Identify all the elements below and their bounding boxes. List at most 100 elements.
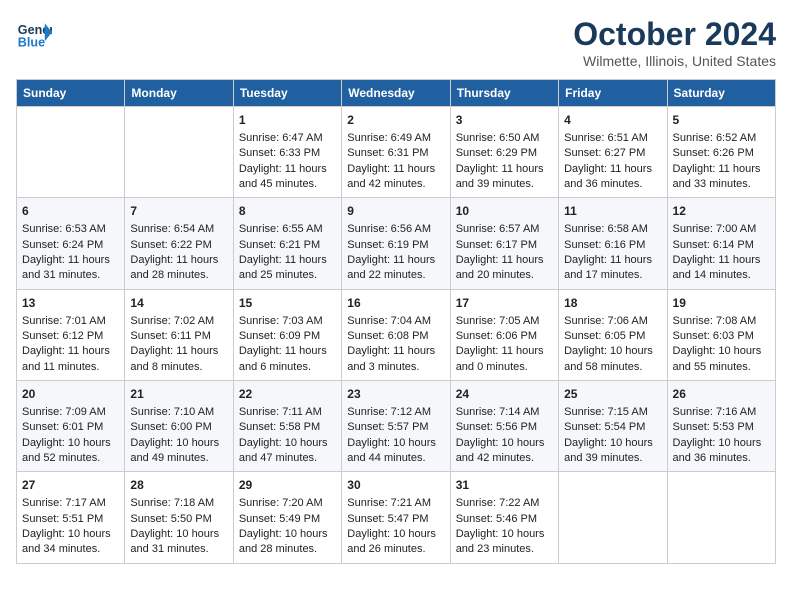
day-number: 28 xyxy=(130,477,227,494)
daylight-text: Daylight: 10 hours and 58 minutes. xyxy=(564,344,661,375)
daylight-text: Daylight: 10 hours and 49 minutes. xyxy=(130,436,227,467)
daylight-text: Daylight: 10 hours and 31 minutes. xyxy=(130,527,227,558)
day-number: 15 xyxy=(239,295,336,312)
day-number: 27 xyxy=(22,477,119,494)
day-number: 9 xyxy=(347,203,444,220)
daylight-text: Daylight: 10 hours and 28 minutes. xyxy=(239,527,336,558)
daylight-text: Daylight: 10 hours and 23 minutes. xyxy=(456,527,553,558)
logo: General Blue xyxy=(16,16,52,52)
sunrise-text: Sunrise: 7:16 AM xyxy=(673,405,770,420)
sunset-text: Sunset: 6:24 PM xyxy=(22,238,119,253)
sunrise-text: Sunrise: 7:02 AM xyxy=(130,314,227,329)
calendar-cell: 18 Sunrise: 7:06 AMSunset: 6:05 PMDayligh… xyxy=(559,289,667,380)
sunrise-text: Sunrise: 7:15 AM xyxy=(564,405,661,420)
calendar-cell: 7Sunrise: 6:54 AMSunset: 6:22 PMDaylight… xyxy=(125,198,233,289)
page-header: General Blue October 2024 Wilmette, Illi… xyxy=(16,16,776,69)
sunset-text: Sunset: 6:05 PM xyxy=(564,329,661,344)
sunset-text: Sunset: 5:51 PM xyxy=(22,512,119,527)
sunrise-text: Sunrise: 7:01 AM xyxy=(22,314,119,329)
sunrise-text: Sunrise: 6:54 AM xyxy=(130,222,227,237)
day-number: 3 xyxy=(456,112,553,129)
sunrise-text: Sunrise: 7:00 AM xyxy=(673,222,770,237)
calendar-cell: 28Sunrise: 7:18 AMSunset: 5:50 PMDayligh… xyxy=(125,472,233,563)
calendar-cell xyxy=(17,107,125,198)
sunrise-text: Sunrise: 7:03 AM xyxy=(239,314,336,329)
calendar-cell: 10 Sunrise: 6:57 AMSunset: 6:17 PMDayligh… xyxy=(450,198,558,289)
sunset-text: Sunset: 6:27 PM xyxy=(564,146,661,161)
calendar-week-3: 13Sunrise: 7:01 AMSunset: 6:12 PMDayligh… xyxy=(17,289,776,380)
sunset-text: Sunset: 6:29 PM xyxy=(456,146,553,161)
sunrise-text: Sunrise: 6:58 AM xyxy=(564,222,661,237)
calendar-cell: 12Sunrise: 7:00 AMSunset: 6:14 PMDayligh… xyxy=(667,198,775,289)
sunset-text: Sunset: 6:19 PM xyxy=(347,238,444,253)
sunset-text: Sunset: 5:46 PM xyxy=(456,512,553,527)
day-number: 17 xyxy=(456,295,553,312)
sunrise-text: Sunrise: 6:47 AM xyxy=(239,131,336,146)
daylight-text: Daylight: 11 hours and 33 minutes. xyxy=(673,162,770,193)
weekday-tuesday: Tuesday xyxy=(233,80,341,107)
daylight-text: Daylight: 10 hours and 44 minutes. xyxy=(347,436,444,467)
daylight-text: Daylight: 11 hours and 8 minutes. xyxy=(130,344,227,375)
sunset-text: Sunset: 6:00 PM xyxy=(130,420,227,435)
day-number: 5 xyxy=(673,112,770,129)
sunset-text: Sunset: 6:31 PM xyxy=(347,146,444,161)
day-number: 6 xyxy=(22,203,119,220)
calendar-cell: 3Sunrise: 6:50 AMSunset: 6:29 PMDaylight… xyxy=(450,107,558,198)
day-number: 29 xyxy=(239,477,336,494)
sunset-text: Sunset: 6:09 PM xyxy=(239,329,336,344)
calendar-cell: 26 Sunrise: 7:16 AMSunset: 5:53 PMDayligh… xyxy=(667,381,775,472)
sunset-text: Sunset: 5:58 PM xyxy=(239,420,336,435)
calendar-cell: 27Sunrise: 7:17 AMSunset: 5:51 PMDayligh… xyxy=(17,472,125,563)
calendar-cell: 23Sunrise: 7:12 AMSunset: 5:57 PMDayligh… xyxy=(342,381,450,472)
daylight-text: Daylight: 11 hours and 0 minutes. xyxy=(456,344,553,375)
day-number: 25 xyxy=(564,386,661,403)
daylight-text: Daylight: 11 hours and 20 minutes. xyxy=(456,253,553,284)
calendar-week-5: 27Sunrise: 7:17 AMSunset: 5:51 PMDayligh… xyxy=(17,472,776,563)
sunrise-text: Sunrise: 6:49 AM xyxy=(347,131,444,146)
sunset-text: Sunset: 5:56 PM xyxy=(456,420,553,435)
day-number: 4 xyxy=(564,112,661,129)
day-number: 18 xyxy=(564,295,661,312)
day-number: 22 xyxy=(239,386,336,403)
day-number: 19 xyxy=(673,295,770,312)
weekday-wednesday: Wednesday xyxy=(342,80,450,107)
calendar-cell: 24Sunrise: 7:14 AMSunset: 5:56 PMDayligh… xyxy=(450,381,558,472)
sunrise-text: Sunrise: 6:52 AM xyxy=(673,131,770,146)
sunset-text: Sunset: 5:57 PM xyxy=(347,420,444,435)
sunrise-text: Sunrise: 7:12 AM xyxy=(347,405,444,420)
calendar-table: SundayMondayTuesdayWednesdayThursdayFrid… xyxy=(16,79,776,564)
calendar-week-4: 20Sunrise: 7:09 AMSunset: 6:01 PMDayligh… xyxy=(17,381,776,472)
day-number: 10 xyxy=(456,203,553,220)
sunset-text: Sunset: 6:14 PM xyxy=(673,238,770,253)
weekday-header-row: SundayMondayTuesdayWednesdayThursdayFrid… xyxy=(17,80,776,107)
daylight-text: Daylight: 10 hours and 36 minutes. xyxy=(673,436,770,467)
daylight-text: Daylight: 10 hours and 47 minutes. xyxy=(239,436,336,467)
daylight-text: Daylight: 11 hours and 39 minutes. xyxy=(456,162,553,193)
sunrise-text: Sunrise: 6:53 AM xyxy=(22,222,119,237)
day-number: 11 xyxy=(564,203,661,220)
sunrise-text: Sunrise: 7:18 AM xyxy=(130,496,227,511)
sunset-text: Sunset: 6:17 PM xyxy=(456,238,553,253)
calendar-cell: 29Sunrise: 7:20 AMSunset: 5:49 PMDayligh… xyxy=(233,472,341,563)
sunset-text: Sunset: 5:47 PM xyxy=(347,512,444,527)
sunrise-text: Sunrise: 7:06 AM xyxy=(564,314,661,329)
day-number: 1 xyxy=(239,112,336,129)
sunset-text: Sunset: 5:53 PM xyxy=(673,420,770,435)
sunrise-text: Sunrise: 6:55 AM xyxy=(239,222,336,237)
day-number: 7 xyxy=(130,203,227,220)
day-number: 24 xyxy=(456,386,553,403)
calendar-cell xyxy=(125,107,233,198)
sunrise-text: Sunrise: 6:57 AM xyxy=(456,222,553,237)
calendar-cell: 21Sunrise: 7:10 AMSunset: 6:00 PMDayligh… xyxy=(125,381,233,472)
daylight-text: Daylight: 11 hours and 28 minutes. xyxy=(130,253,227,284)
day-number: 26 xyxy=(673,386,770,403)
day-number: 14 xyxy=(130,295,227,312)
daylight-text: Daylight: 11 hours and 22 minutes. xyxy=(347,253,444,284)
sunset-text: Sunset: 6:33 PM xyxy=(239,146,336,161)
daylight-text: Daylight: 11 hours and 17 minutes. xyxy=(564,253,661,284)
title-block: October 2024 Wilmette, Illinois, United … xyxy=(573,16,776,69)
weekday-monday: Monday xyxy=(125,80,233,107)
day-number: 8 xyxy=(239,203,336,220)
month-title: October 2024 xyxy=(573,16,776,53)
calendar-week-1: 1 Sunrise: 6:47 AMSunset: 6:33 PM Daylight… xyxy=(17,107,776,198)
